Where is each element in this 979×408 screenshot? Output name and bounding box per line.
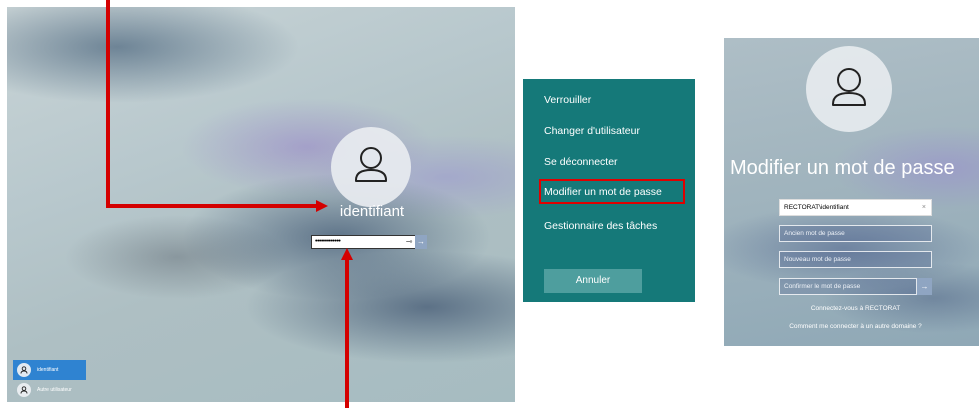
other-domain-link[interactable]: Comment me connecter à un autre domaine … — [784, 322, 927, 331]
menu-item-task-manager[interactable]: Gestionnaire des tâches — [544, 220, 657, 232]
menu-item-switch-user[interactable]: Changer d'utilisateur — [544, 125, 640, 137]
confirm-password-field[interactable]: Confirmer le mot de passe — [779, 278, 917, 295]
new-password-field[interactable]: Nouveau mot de passe — [779, 251, 932, 268]
annotation-arrow-horizontal — [106, 204, 318, 208]
account-value: RECTORAT\identifiant — [784, 204, 849, 211]
annotation-arrow-bottom-vertical — [345, 258, 349, 408]
submit-arrow-icon[interactable]: → — [917, 278, 932, 295]
page-title: Modifier un mot de passe — [730, 157, 955, 179]
annotation-arrowhead-right — [316, 200, 328, 212]
submit-arrow-icon[interactable]: → — [415, 235, 427, 249]
user-list-label: identifiant — [37, 367, 59, 373]
user-switch-list: identifiant Autre utilisateur — [13, 360, 86, 400]
confirm-password-placeholder: Confirmer le mot de passe — [784, 283, 861, 290]
cancel-button[interactable]: Annuler — [544, 269, 642, 293]
account-field[interactable]: RECTORAT\identifiant × — [779, 199, 932, 216]
menu-item-sign-out[interactable]: Se déconnecter — [544, 156, 618, 168]
highlight-box — [539, 179, 685, 204]
user-avatar-icon — [806, 46, 892, 132]
password-value: ••••••••••••• — [315, 238, 341, 245]
close-icon[interactable]: × — [922, 200, 926, 215]
old-password-field[interactable]: Ancien mot de passe — [779, 225, 932, 242]
user-list-item-other[interactable]: Autre utilisateur — [13, 380, 86, 400]
annotation-arrow-top-vertical — [106, 0, 110, 208]
security-options-menu: Verrouiller Changer d'utilisateur Se déc… — [523, 79, 695, 302]
user-list-label: Autre utilisateur — [37, 387, 72, 393]
user-list-item-identifiant[interactable]: identifiant — [13, 360, 86, 380]
eye-icon[interactable]: ⊸ — [406, 236, 413, 248]
user-icon — [17, 363, 31, 377]
user-icon — [17, 383, 31, 397]
menu-item-lock[interactable]: Verrouiller — [544, 94, 591, 106]
new-password-placeholder: Nouveau mot de passe — [784, 256, 851, 263]
domain-hint: Connectez-vous à RECTORAT — [810, 305, 901, 312]
change-password-panel: Modifier un mot de passe RECTORAT\identi… — [724, 38, 979, 346]
password-input[interactable]: ••••••••••••• ⊸ — [311, 235, 421, 249]
annotation-arrowhead-up — [341, 248, 353, 260]
old-password-placeholder: Ancien mot de passe — [784, 230, 845, 237]
user-avatar-icon — [331, 127, 411, 207]
